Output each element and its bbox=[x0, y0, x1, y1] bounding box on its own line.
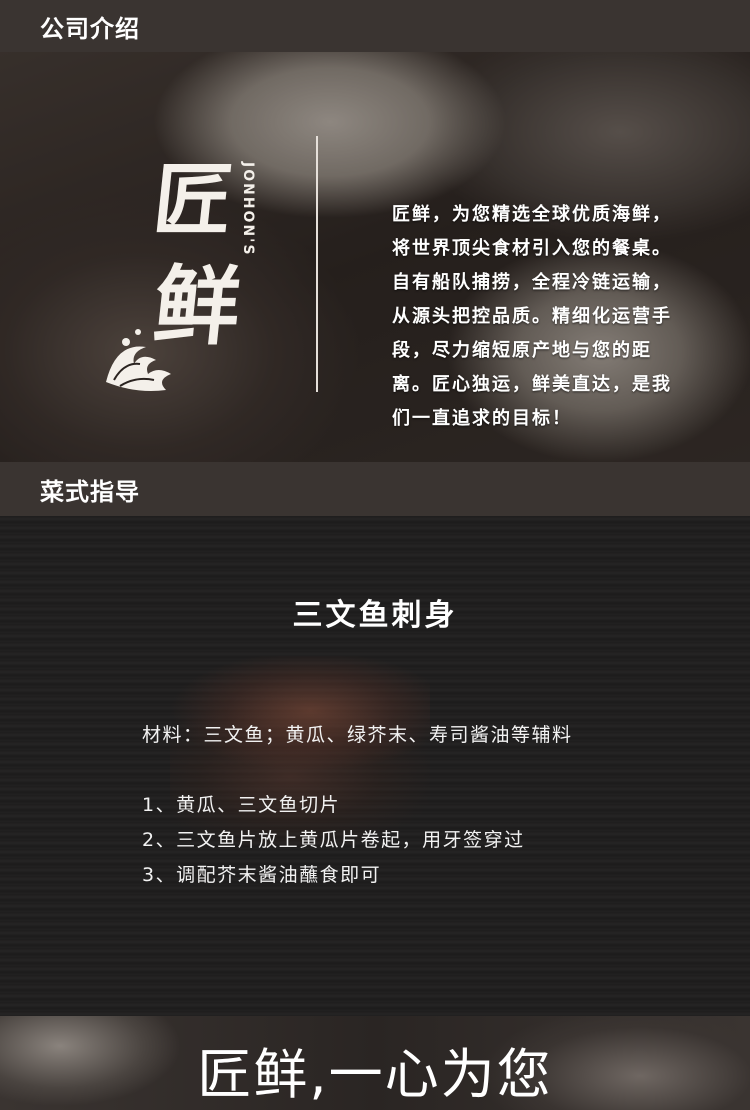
brand-slogan: 匠鲜,一心为您 bbox=[197, 1043, 553, 1106]
brand-char-2: 鲜 bbox=[148, 256, 246, 357]
recipe-step: 2、三文鱼片放上黄瓜片卷起，用牙签穿过 bbox=[142, 829, 525, 851]
recipe-guide-heading: 菜式指导 bbox=[40, 477, 140, 506]
company-intro-heading: 公司介绍 bbox=[40, 14, 140, 43]
vertical-divider bbox=[316, 136, 318, 392]
intro-line: 从源头把控品质。精细化运营手 bbox=[392, 306, 672, 327]
dish-title: 三文鱼刺身 bbox=[292, 598, 458, 633]
brand-latin-name: JONHON'S bbox=[240, 162, 256, 257]
intro-line: 自有船队捕捞，全程冷链运输， bbox=[392, 272, 672, 293]
intro-line: 段，尽力缩短原产地与您的距 bbox=[392, 340, 652, 361]
intro-line: 将世界顶尖食材引入您的餐桌。 bbox=[392, 238, 672, 259]
intro-line: 们一直追求的目标！ bbox=[392, 408, 572, 429]
brand-logo: 匠 鲜 JONHON'S bbox=[96, 152, 266, 412]
intro-line: 离。匠心独运，鲜美直达，是我 bbox=[392, 374, 672, 395]
recipe-guide-header: 菜式指导 bbox=[0, 462, 750, 516]
ingredients-text: 材料：三文鱼；黄瓜、绿芥末、寿司酱油等辅料 bbox=[142, 724, 573, 746]
recipe-step: 3、调配芥末酱油蘸食即可 bbox=[142, 864, 382, 886]
intro-line: 匠鲜，为您精选全球优质海鲜， bbox=[392, 204, 672, 225]
footer-banner: 匠鲜,一心为您 bbox=[0, 1016, 750, 1110]
brand-char-1: 匠 bbox=[149, 155, 237, 246]
company-intro-text: 匠鲜，为您精选全球优质海鲜， 将世界顶尖食材引入您的餐桌。 自有船队捕捞，全程冷… bbox=[392, 198, 692, 436]
recipe-steps: 1、黄瓜、三文鱼切片 2、三文鱼片放上黄瓜片卷起，用牙签穿过 3、调配芥末酱油蘸… bbox=[142, 788, 525, 893]
company-intro-header: 公司介绍 bbox=[0, 0, 750, 52]
recipe-card: 三文鱼刺身 材料：三文鱼；黄瓜、绿芥末、寿司酱油等辅料 1、黄瓜、三文鱼切片 2… bbox=[0, 516, 750, 1016]
company-intro-banner: 匠 鲜 JONHON'S 匠鲜，为您精选全球优质海鲜， 将世界顶尖食材引入您的餐… bbox=[0, 52, 750, 462]
recipe-step: 1、黄瓜、三文鱼切片 bbox=[142, 794, 341, 816]
